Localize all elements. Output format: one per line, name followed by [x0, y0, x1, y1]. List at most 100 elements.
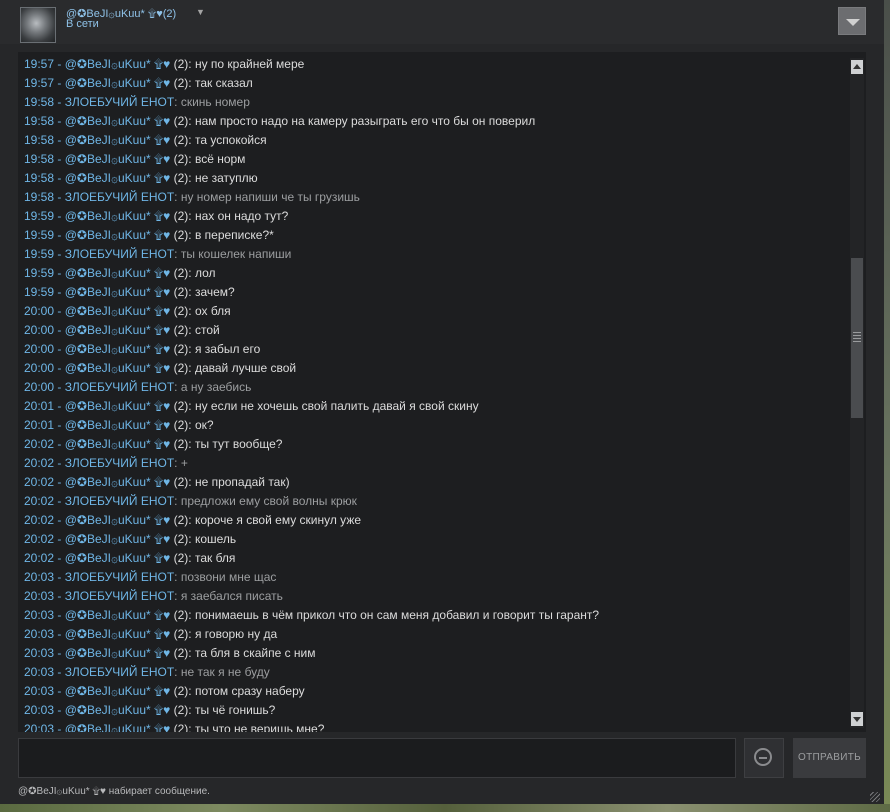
message-time: 20:03	[24, 703, 55, 717]
message-author[interactable]: ЗЛОЕБУЧИЙ ЕНОТ	[65, 494, 174, 508]
author-suffix: (2)	[173, 266, 189, 280]
message-author[interactable]: @✪BeJI۞uKuu* ۩♥	[65, 133, 171, 147]
emoji-button[interactable]	[744, 738, 784, 778]
message-time: 19:58	[24, 171, 55, 185]
message-author[interactable]: ЗЛОЕБУЧИЙ ЕНОТ	[65, 589, 174, 603]
friend-status: В сети	[66, 18, 99, 30]
message-author[interactable]: @✪BeJI۞uKuu* ۩♥	[65, 608, 171, 622]
message-author[interactable]: @✪BeJI۞uKuu* ۩♥	[65, 209, 171, 223]
message-author[interactable]: ЗЛОЕБУЧИЙ ЕНОТ	[65, 570, 174, 584]
chevron-down-icon[interactable]: ▼	[196, 7, 205, 17]
message-colon: :	[188, 285, 195, 299]
message-author[interactable]: @✪BeJI۞uKuu* ۩♥	[65, 152, 171, 166]
message-text: лол	[194, 266, 216, 280]
message-text: ты кошелек напиши	[180, 247, 292, 261]
message-colon: :	[188, 627, 195, 641]
message-separator: -	[54, 513, 65, 527]
message-time: 19:59	[24, 247, 55, 261]
message-author[interactable]: @✪BeJI۞uKuu* ۩♥	[65, 342, 171, 356]
message-author[interactable]: ЗЛОЕБУЧИЙ ЕНОТ	[65, 456, 174, 470]
message-time: 20:00	[24, 323, 55, 337]
message-separator: -	[54, 152, 65, 166]
message-author[interactable]: @✪BeJI۞uKuu* ۩♥	[65, 627, 171, 641]
scrollbar-thumb[interactable]	[851, 258, 863, 418]
message-time: 19:58	[24, 152, 55, 166]
avatar[interactable]	[20, 7, 56, 43]
message-separator: -	[54, 209, 65, 223]
message-author[interactable]: @✪BeJI۞uKuu* ۩♥	[65, 551, 171, 565]
message-author[interactable]: @✪BeJI۞uKuu* ۩♥	[65, 684, 171, 698]
message-text: давай лучше свой	[194, 361, 297, 375]
message-colon: :	[188, 304, 195, 318]
message-time: 20:03	[24, 570, 55, 584]
chat-message: 19:58 - @✪BeJI۞uKuu* ۩♥ (2): нам просто …	[24, 112, 844, 131]
message-author[interactable]: @✪BeJI۞uKuu* ۩♥	[65, 399, 171, 413]
message-author[interactable]: @✪BeJI۞uKuu* ۩♥	[65, 228, 171, 242]
message-colon: :	[188, 76, 195, 90]
message-author[interactable]: @✪BeJI۞uKuu* ۩♥	[65, 57, 171, 71]
chat-message: 20:03 - @✪BeJI۞uKuu* ۩♥ (2): я говорю ну…	[24, 625, 844, 644]
message-author[interactable]: @✪BeJI۞uKuu* ۩♥	[65, 646, 171, 660]
message-colon: :	[188, 323, 195, 337]
message-time: 20:02	[24, 551, 55, 565]
message-colon: :	[174, 456, 181, 470]
message-author[interactable]: ЗЛОЕБУЧИЙ ЕНОТ	[65, 247, 174, 261]
chat-message: 20:01 - @✪BeJI۞uKuu* ۩♥ (2): ок?	[24, 416, 844, 435]
author-suffix: (2)	[173, 57, 189, 71]
message-author[interactable]: ЗЛОЕБУЧИЙ ЕНОТ	[65, 95, 174, 109]
message-author[interactable]: @✪BeJI۞uKuu* ۩♥	[65, 418, 171, 432]
message-separator: -	[54, 57, 65, 71]
message-author[interactable]: @✪BeJI۞uKuu* ۩♥	[65, 76, 171, 90]
scroll-down-arrow-icon[interactable]	[851, 712, 863, 726]
message-time: 19:59	[24, 228, 55, 242]
scrollbar[interactable]	[850, 58, 864, 728]
message-author[interactable]: ЗЛОЕБУЧИЙ ЕНОТ	[65, 665, 174, 679]
message-colon: :	[188, 266, 195, 280]
resize-grip-icon[interactable]	[870, 792, 880, 802]
message-author[interactable]: @✪BeJI۞uKuu* ۩♥	[65, 722, 171, 732]
message-time: 20:02	[24, 532, 55, 546]
window-menu-button[interactable]	[838, 7, 866, 35]
message-author[interactable]: ЗЛОЕБУЧИЙ ЕНОТ	[65, 190, 174, 204]
message-colon: :	[188, 399, 195, 413]
message-separator: -	[54, 684, 65, 698]
message-text: я забыл его	[194, 342, 261, 356]
message-text: +	[180, 456, 188, 470]
message-input[interactable]	[18, 738, 736, 778]
message-author[interactable]: @✪BeJI۞uKuu* ۩♥	[65, 114, 171, 128]
chat-message: 19:58 - @✪BeJI۞uKuu* ۩♥ (2): всё норм	[24, 150, 844, 169]
message-colon: :	[188, 114, 195, 128]
message-colon: :	[174, 494, 181, 508]
scroll-up-arrow-icon[interactable]	[851, 60, 863, 74]
message-colon: :	[188, 57, 195, 71]
author-suffix: (2)	[173, 437, 189, 451]
message-separator: -	[54, 342, 65, 356]
message-author[interactable]: @✪BeJI۞uKuu* ۩♥	[65, 437, 171, 451]
message-author[interactable]: @✪BeJI۞uKuu* ۩♥	[65, 285, 171, 299]
message-text: короче я свой ему скинул уже	[194, 513, 362, 527]
author-suffix: (2)	[173, 152, 189, 166]
message-author[interactable]: @✪BeJI۞uKuu* ۩♥	[65, 304, 171, 318]
send-button[interactable]: ОТПРАВИТЬ	[793, 738, 866, 778]
message-time: 20:03	[24, 608, 55, 622]
message-author[interactable]: @✪BeJI۞uKuu* ۩♥	[65, 266, 171, 280]
message-author[interactable]: ЗЛОЕБУЧИЙ ЕНОТ	[65, 380, 174, 394]
message-author[interactable]: @✪BeJI۞uKuu* ۩♥	[65, 323, 171, 337]
message-separator: -	[54, 380, 65, 394]
message-author[interactable]: @✪BeJI۞uKuu* ۩♥	[65, 513, 171, 527]
message-separator: -	[54, 589, 65, 603]
message-colon: :	[174, 589, 181, 603]
message-text: ну номер напиши че ты грузишь	[180, 190, 360, 204]
author-suffix: (2)	[173, 646, 189, 660]
message-colon: :	[188, 171, 195, 185]
message-colon: :	[188, 342, 195, 356]
message-author[interactable]: @✪BeJI۞uKuu* ۩♥	[65, 361, 171, 375]
message-author[interactable]: @✪BeJI۞uKuu* ۩♥	[65, 703, 171, 717]
author-suffix: (2)	[173, 418, 189, 432]
message-separator: -	[54, 456, 65, 470]
message-author[interactable]: @✪BeJI۞uKuu* ۩♥	[65, 532, 171, 546]
message-text: кошель	[194, 532, 237, 546]
message-author[interactable]: @✪BeJI۞uKuu* ۩♥	[65, 475, 171, 489]
message-author[interactable]: @✪BeJI۞uKuu* ۩♥	[65, 171, 171, 185]
message-separator: -	[54, 190, 65, 204]
